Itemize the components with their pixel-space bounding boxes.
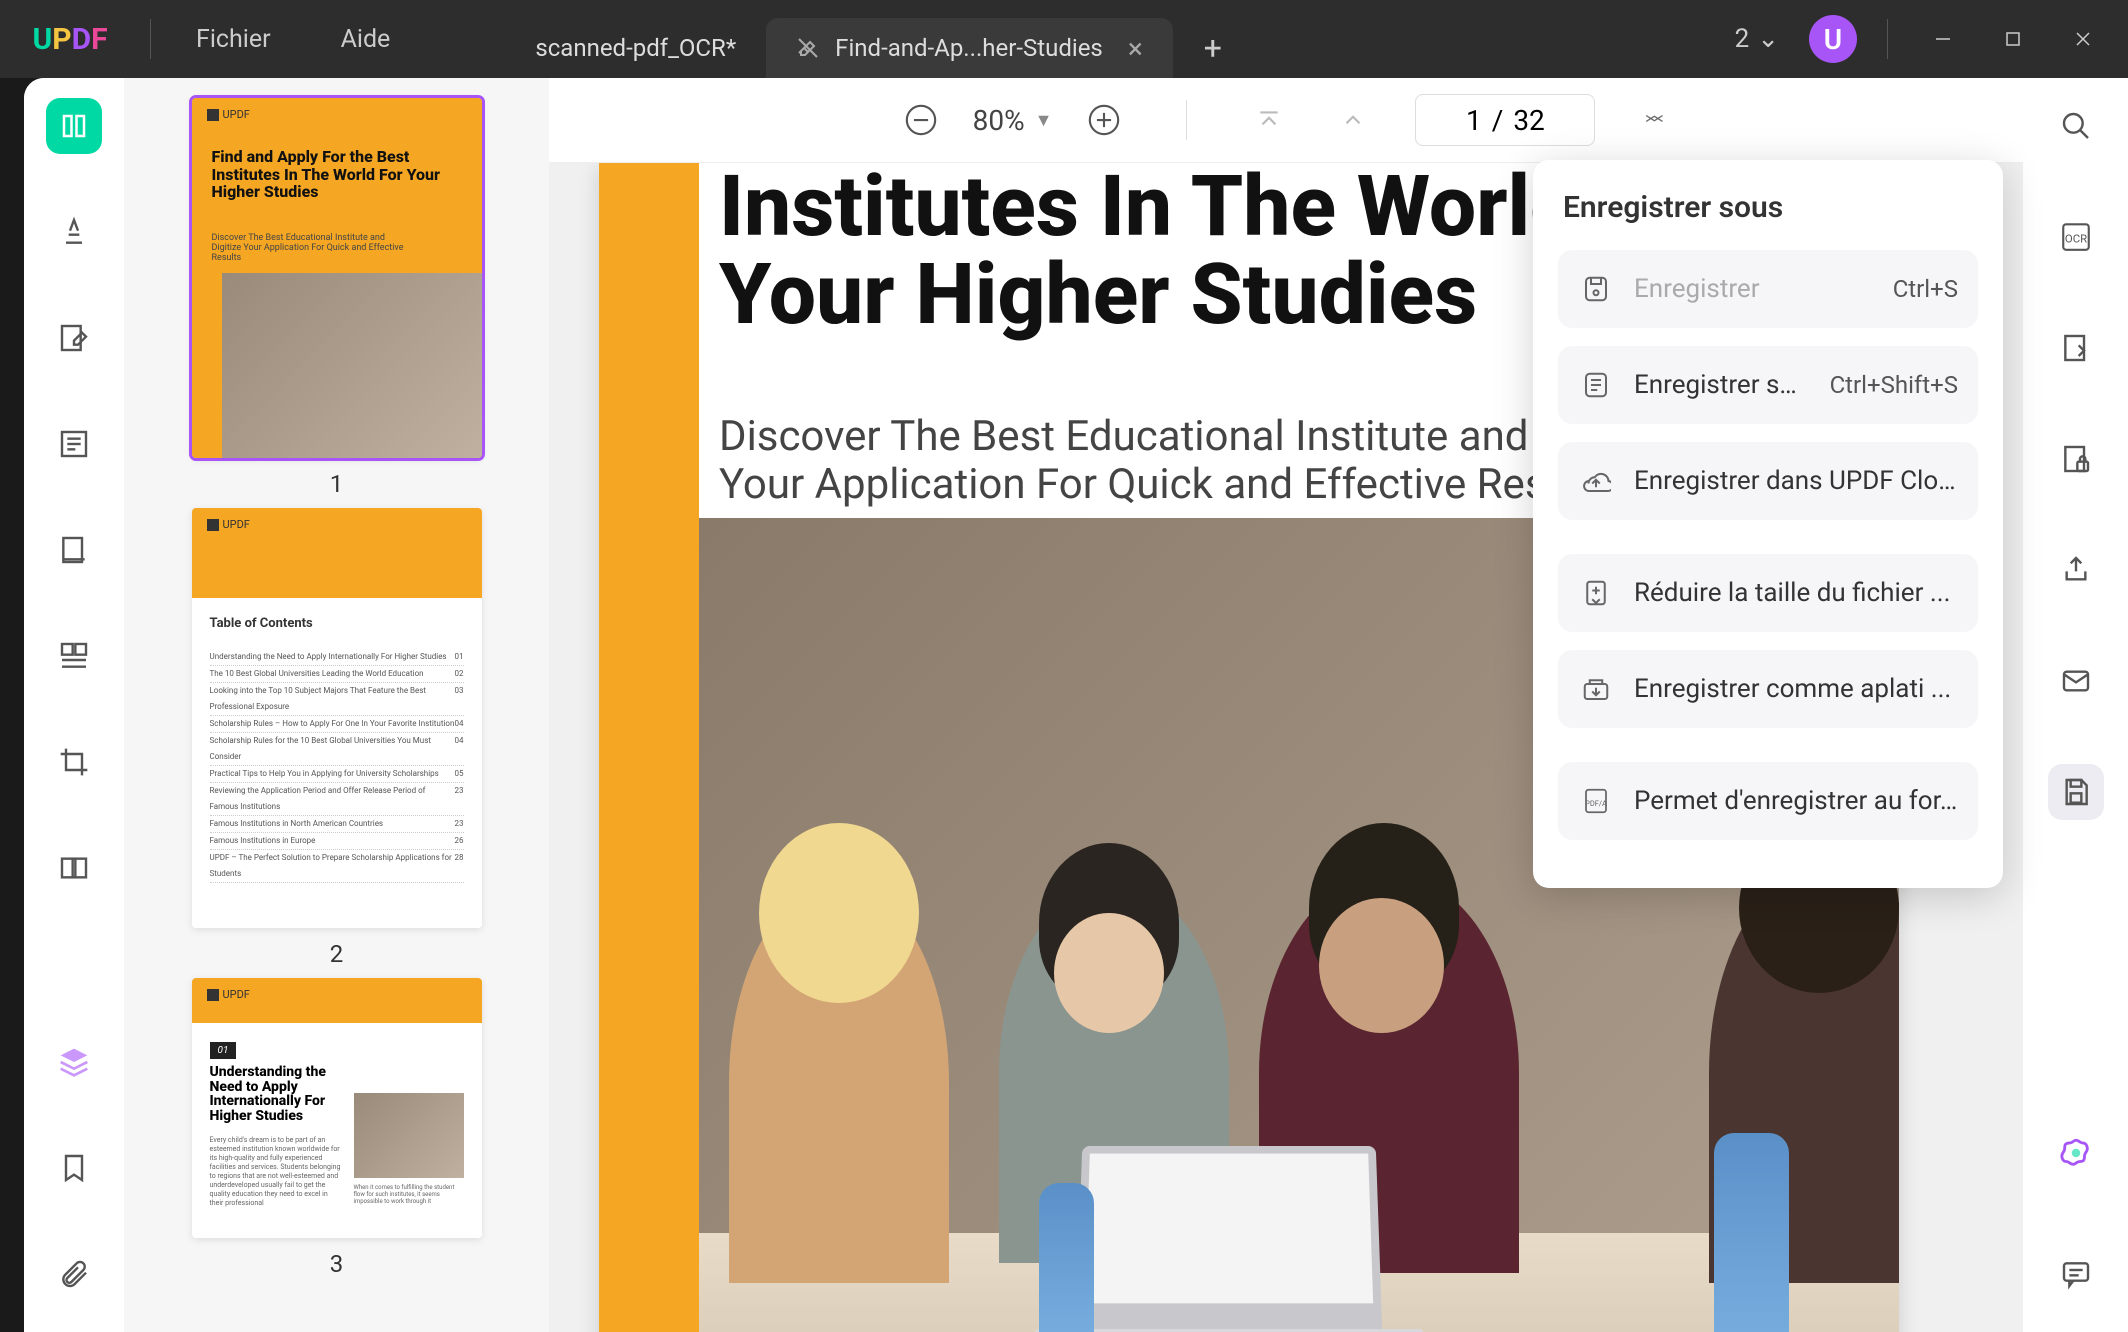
mini-title: Find and Apply For the Best Institutes I… <box>212 148 462 201</box>
mini-subtitle: Discover The Best Educational Institute … <box>212 233 412 263</box>
thumbnail-page-1[interactable]: UPDF Find and Apply For the Best Institu… <box>192 98 482 458</box>
mini-logo-label: UPDF <box>223 108 250 121</box>
save-item-icon <box>1578 671 1614 707</box>
convert-button[interactable] <box>2048 320 2104 376</box>
close-icon[interactable]: × <box>1128 32 1143 65</box>
chevron-down-icon: ⌄ <box>1757 24 1779 54</box>
save-item-label: Permet d'enregistrer au for... <box>1634 786 1958 816</box>
layers-button[interactable] <box>46 1034 102 1090</box>
maximize-button[interactable] <box>1988 19 2038 59</box>
section-title: Understanding the Need to Apply Internat… <box>210 1065 342 1124</box>
thumbnail-label: 1 <box>330 470 344 498</box>
save-item-0: Enregistrer Ctrl+S <box>1558 250 1978 328</box>
right-tool-rail: OCR <box>2023 78 2128 1332</box>
menu-help[interactable]: Aide <box>306 25 426 54</box>
page-dropdown-button[interactable]: ︿﹀ <box>1635 111 1673 129</box>
crop-tool-button[interactable] <box>46 734 102 790</box>
mini-logo-label: UPDF <box>223 518 250 531</box>
save-item-label: Enregistrer <box>1634 274 1873 304</box>
first-page-button[interactable] <box>1247 98 1291 142</box>
menu-file[interactable]: Fichier <box>161 25 306 54</box>
protect-button[interactable] <box>2048 431 2104 487</box>
no-edit-icon <box>796 36 820 60</box>
save-item-label: Réduire la taille du fichier ... <box>1634 578 1958 608</box>
share-button[interactable] <box>2048 542 2104 598</box>
save-item-label: Enregistrer so... <box>1634 370 1810 400</box>
thumbnail-label: 2 <box>330 940 344 968</box>
new-tab-button[interactable]: + <box>1193 28 1233 68</box>
save-item-icon: PDF/A <box>1578 783 1614 819</box>
pill-value: 2 <box>1735 24 1750 54</box>
attachment-button[interactable] <box>46 1246 102 1302</box>
close-window-button[interactable] <box>2058 19 2108 59</box>
search-button[interactable] <box>2048 98 2104 154</box>
ai-button[interactable] <box>2048 1125 2104 1181</box>
section-text: Every child's dream is to be part of an … <box>210 1136 342 1209</box>
save-item-icon <box>1578 463 1614 499</box>
compare-tool-button[interactable] <box>46 840 102 896</box>
save-item-label: Enregistrer comme aplati ... <box>1634 674 1958 704</box>
minimize-button[interactable] <box>1918 19 1968 59</box>
section-caption: When it comes to fulfilling the student … <box>354 1184 464 1205</box>
tab-label: scanned-pdf_OCR* <box>535 34 736 62</box>
thumbnails-panel[interactable]: UPDF Find and Apply For the Best Institu… <box>124 78 549 1332</box>
tab-find-and-apply[interactable]: Find-and-Ap...her-Studies × <box>766 18 1173 78</box>
zoom-out-button[interactable] <box>899 98 943 142</box>
save-item-3[interactable]: Réduire la taille du fichier ... <box>1558 554 1978 632</box>
save-item-1[interactable]: Enregistrer so... Ctrl+Shift+S <box>1558 346 1978 424</box>
save-button[interactable] <box>2048 764 2104 820</box>
bookmark-button[interactable] <box>46 1140 102 1196</box>
prev-page-button[interactable] <box>1331 98 1375 142</box>
page-tool-button[interactable] <box>46 522 102 578</box>
divider <box>150 19 151 59</box>
tab-label: Find-and-Ap...her-Studies <box>835 34 1103 62</box>
left-tool-rail <box>24 78 124 1332</box>
mini-logo-label: UPDF <box>223 988 250 1001</box>
content-topbar: 80% ▼ 1 / 32 ︿﹀ <box>549 78 2023 163</box>
save-as-panel: Enregistrer sous EnregistrerCtrl+SEnregi… <box>1533 160 2003 888</box>
save-item-label: Enregistrer dans UPDF Cloud <box>1634 466 1958 496</box>
zoom-value[interactable]: 80% ▼ <box>973 104 1053 137</box>
app-logo: UPDF <box>0 22 140 57</box>
zoom-in-button[interactable] <box>1082 98 1126 142</box>
page-subtitle: Discover The Best Educational Institute … <box>719 413 1570 510</box>
organize-tool-button[interactable] <box>46 628 102 684</box>
page-title: Institutes In The World Your Higher Stud… <box>719 163 1577 339</box>
save-item-icon <box>1578 367 1614 403</box>
save-item-icon <box>1578 271 1614 307</box>
save-item-4[interactable]: Enregistrer comme aplati ... <box>1558 650 1978 728</box>
svg-text:OCR: OCR <box>2064 232 2086 246</box>
page-input[interactable]: 1 / 32 <box>1415 94 1595 146</box>
edit-tool-button[interactable] <box>46 310 102 366</box>
form-tool-button[interactable] <box>46 416 102 472</box>
tab-scanned-pdf[interactable]: scanned-pdf_OCR* <box>505 18 766 78</box>
reader-mode-button[interactable] <box>46 98 102 154</box>
avatar[interactable]: U <box>1809 15 1857 63</box>
tabs-area: scanned-pdf_OCR* Find-and-Ap...her-Studi… <box>505 0 1724 78</box>
save-item-shortcut: Ctrl+S <box>1893 275 1958 303</box>
thumbnail-label: 3 <box>330 1250 344 1278</box>
toc-list: Understanding the Need to Apply Internat… <box>192 649 482 883</box>
titlebar: UPDF Fichier Aide scanned-pdf_OCR* Find-… <box>0 0 2128 78</box>
ocr-button[interactable]: OCR <box>2048 209 2104 265</box>
save-item-2[interactable]: Enregistrer dans UPDF Cloud <box>1558 442 1978 520</box>
save-panel-title: Enregistrer sous <box>1558 190 1978 225</box>
section-number: 01 <box>210 1042 237 1059</box>
titlebar-right: 2 ⌄ U <box>1725 15 2128 63</box>
email-button[interactable] <box>2048 653 2104 709</box>
thumbnail-page-3[interactable]: UPDF 01 Understanding the Need to Apply … <box>192 978 482 1238</box>
divider <box>1887 19 1888 59</box>
chevron-down-icon: ▼ <box>1035 110 1053 131</box>
save-item-shortcut: Ctrl+Shift+S <box>1830 371 1958 399</box>
history-pill[interactable]: 2 ⌄ <box>1725 19 1789 59</box>
svg-text:PDF/A: PDF/A <box>1585 799 1607 808</box>
main-area: UPDF Find and Apply For the Best Institu… <box>24 78 2128 1332</box>
save-item-icon <box>1578 575 1614 611</box>
comment-button[interactable] <box>2048 1246 2104 1302</box>
save-item-5[interactable]: PDF/A Permet d'enregistrer au for... <box>1558 762 1978 840</box>
highlight-tool-button[interactable] <box>46 204 102 260</box>
toc-heading: Table of Contents <box>192 598 482 649</box>
thumbnail-page-2[interactable]: UPDF Table of Contents Understanding the… <box>192 508 482 928</box>
